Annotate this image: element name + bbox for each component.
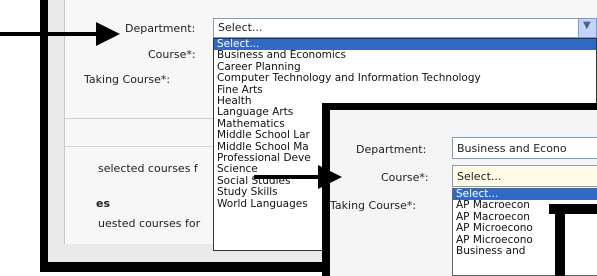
chevron-down-icon: ▼ xyxy=(583,20,591,31)
front-department-select[interactable]: Business and Econo xyxy=(452,137,597,159)
requested-courses-text: uested courses for xyxy=(98,217,201,230)
department-dropdown-button[interactable]: ▼ xyxy=(578,19,596,37)
course-dropdown-list: Select... AP Macroecon AP Macroecon AP Micr… xyxy=(452,188,597,276)
front-course-label: Course*: xyxy=(381,171,429,184)
frame-bar-right-vertical xyxy=(555,204,565,276)
taking-course-label: Taking Course*: xyxy=(84,73,171,86)
front-department-label: Department: xyxy=(356,143,427,156)
front-arrow-shaft xyxy=(254,175,324,179)
section-heading-text: es xyxy=(96,197,111,210)
frame-bar-bottom xyxy=(40,262,322,270)
department-select-value: Select... xyxy=(218,21,263,34)
front-arrow-head-icon xyxy=(318,165,342,189)
department-select[interactable]: Select... xyxy=(213,18,597,38)
arrow-head-icon xyxy=(96,22,120,46)
front-course-select[interactable]: Select... xyxy=(452,165,597,187)
front-taking-course-label: Taking Course*: xyxy=(330,199,417,212)
course-label: Course*: xyxy=(148,48,196,61)
front-course-select-value: Select... xyxy=(457,170,502,183)
frame-bar-right-horizontal xyxy=(549,204,597,214)
course-option[interactable]: AP Microecono xyxy=(453,222,597,234)
arrow-shaft xyxy=(0,32,102,36)
department-option[interactable]: Computer Technology and Information Tech… xyxy=(214,72,596,84)
department-option[interactable]: Fine Arts xyxy=(214,84,596,96)
department-label: Department: xyxy=(125,22,196,35)
course-option[interactable]: Business and xyxy=(453,245,597,257)
front-department-select-value: Business and Econo xyxy=(457,142,567,155)
selected-courses-text: selected courses f xyxy=(98,162,198,175)
